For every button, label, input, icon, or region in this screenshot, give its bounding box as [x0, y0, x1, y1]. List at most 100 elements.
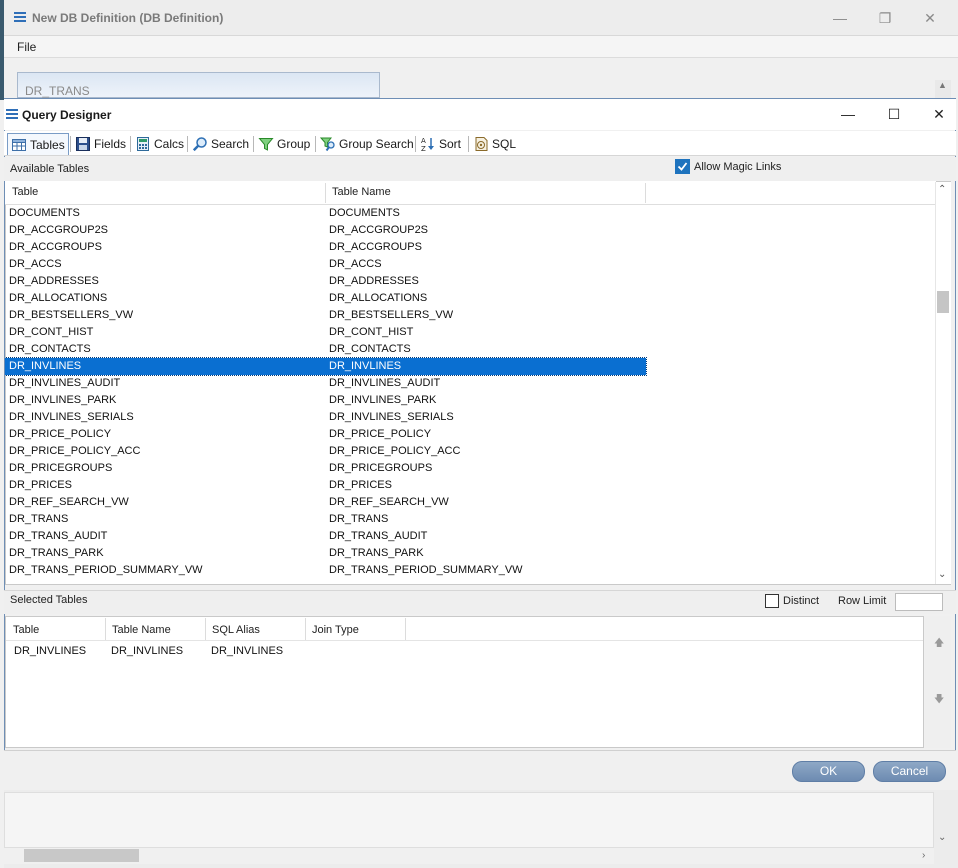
available-tables-rows: DOCUMENTS DOCUMENTS DR_ACCGROUP2S DR_ACCGRO…: [5, 205, 936, 585]
row-limit-input[interactable]: [895, 593, 943, 611]
table-row-table: DR_INVLINES_SERIALS: [9, 411, 134, 423]
available-tables-scrollbar[interactable]: [935, 182, 951, 584]
table-row[interactable]: DR_ADDRESSES DR_ADDRESSES: [5, 273, 646, 290]
table-row[interactable]: DR_PRICE_POLICY_ACC DR_PRICE_POLICY_ACC: [5, 443, 646, 460]
table-row-table-name: DR_INVLINES_AUDIT: [329, 377, 441, 389]
table-row[interactable]: DR_TRANS_PARK DR_TRANS_PARK: [5, 545, 646, 562]
table-row[interactable]: DR_ACCGROUP2S DR_ACCGROUP2S: [5, 222, 646, 239]
tab-group[interactable]: Group: [255, 133, 313, 155]
table-row-table-name: DR_TRANS_AUDIT: [329, 530, 428, 542]
table-row[interactable]: DR_TRANS_AUDIT DR_TRANS_AUDIT: [5, 528, 646, 545]
menu-file[interactable]: File: [17, 40, 36, 54]
tab-sql[interactable]: SQL: [470, 133, 519, 155]
table-row[interactable]: DR_CONT_HIST DR_CONT_HIST: [5, 324, 646, 341]
tab-group-search[interactable]: Group Search: [317, 133, 417, 155]
table-row-table: DR_TRANS: [9, 513, 69, 525]
column-header-table-name[interactable]: Table Name: [112, 624, 171, 636]
chevron-down-icon[interactable]: ⌄: [938, 569, 946, 580]
dialog-maximize-button[interactable]: ☐: [881, 103, 907, 125]
table-row[interactable]: DR_BESTSELLERS_VW DR_BESTSELLERS_VW: [5, 307, 646, 324]
table-row-table-name: DR_CONTACTS: [329, 343, 411, 355]
allow-magic-links-checkbox[interactable]: [675, 159, 690, 174]
move-down-icon[interactable]: 🡇: [934, 692, 944, 709]
table-row[interactable]: DR_INVLINES_AUDIT DR_INVLINES_AUDIT: [5, 375, 646, 392]
tab-calcs[interactable]: Calcs: [132, 133, 187, 155]
chevron-up-icon[interactable]: ⌃: [938, 184, 946, 195]
dialog-minimize-button[interactable]: —: [835, 103, 861, 125]
parent-restore-button[interactable]: ❐: [873, 6, 897, 30]
table-row-table: DR_ACCGROUPS: [9, 241, 102, 253]
toolbar-separator: [415, 136, 416, 152]
allow-magic-links-label[interactable]: Allow Magic Links: [694, 161, 781, 173]
distinct-label[interactable]: Distinct: [783, 595, 819, 607]
chevron-down-icon[interactable]: ⌄: [938, 832, 946, 843]
parent-minimize-button[interactable]: —: [828, 6, 852, 30]
column-divider[interactable]: [205, 618, 206, 640]
column-divider[interactable]: [405, 618, 406, 640]
toolbar-separator: [253, 136, 254, 152]
table-row-table-name: DR_ACCGROUPS: [329, 241, 422, 253]
table-row[interactable]: DR_PRICEGROUPS DR_PRICEGROUPS: [5, 460, 646, 477]
table-row-table: DR_INVLINES_AUDIT: [9, 377, 121, 389]
column-header-sql-alias[interactable]: SQL Alias: [212, 624, 260, 636]
column-header-table[interactable]: Table: [13, 624, 39, 636]
parent-bottom-panel: [4, 792, 934, 848]
column-header-join-type[interactable]: Join Type: [312, 624, 359, 636]
selected-row-sql-alias[interactable]: DR_INVLINES: [211, 645, 283, 657]
chevron-right-icon[interactable]: ›: [922, 850, 925, 861]
move-up-icon[interactable]: 🡅: [934, 636, 944, 653]
available-tables-scroll-thumb[interactable]: [937, 291, 949, 313]
table-row[interactable]: DR_PRICES DR_PRICES: [5, 477, 646, 494]
tab-search[interactable]: Search: [189, 133, 252, 155]
table-row-table-name: DR_PRICE_POLICY: [329, 428, 432, 440]
ok-button[interactable]: OK: [792, 761, 865, 782]
tab-fields[interactable]: Fields: [72, 133, 129, 155]
table-row-table: DR_CONTACTS: [9, 343, 91, 355]
table-row[interactable]: DR_ALLOCATIONS DR_ALLOCATIONS: [5, 290, 646, 307]
dialog-menu-icon[interactable]: [6, 109, 18, 122]
table-row[interactable]: DR_TRANS DR_TRANS: [5, 511, 646, 528]
table-row-table-name: DR_TRANS_PARK: [329, 547, 424, 559]
table-row-table: DR_INVLINES: [9, 360, 82, 372]
table-row[interactable]: DR_ACCGROUPS DR_ACCGROUPS: [5, 239, 646, 256]
table-row[interactable]: DR_ACCS DR_ACCS: [5, 256, 646, 273]
distinct-checkbox[interactable]: [765, 594, 779, 608]
selected-row-table[interactable]: DR_INVLINES: [14, 645, 86, 657]
dialog-close-button[interactable]: ✕: [926, 103, 952, 125]
cancel-button[interactable]: Cancel: [873, 761, 946, 782]
column-header-table-name[interactable]: Table Name: [332, 186, 391, 198]
parent-horizontal-scrollbar[interactable]: [4, 848, 934, 864]
column-divider[interactable]: [105, 618, 106, 640]
column-divider[interactable]: [645, 183, 646, 203]
tab-sort[interactable]: AZ Sort: [417, 133, 464, 155]
table-row[interactable]: DR_CONTACTS DR_CONTACTS: [5, 341, 646, 358]
magnifier-icon: [192, 136, 208, 152]
toolbar-separator: [315, 136, 316, 152]
column-header-table[interactable]: Table: [12, 186, 38, 198]
svg-text:Z: Z: [421, 145, 426, 152]
table-row[interactable]: DR_PRICE_POLICY DR_PRICE_POLICY: [5, 426, 646, 443]
table-row[interactable]: DR_REF_SEARCH_VW DR_REF_SEARCH_VW: [5, 494, 646, 511]
table-row-table: DR_ADDRESSES: [9, 275, 99, 287]
table-row[interactable]: DR_TRANS_PERIOD_SUMMARY_VW DR_TRANS_PERIO…: [5, 562, 646, 579]
parent-horizontal-scroll-thumb[interactable]: [24, 849, 139, 862]
selected-row-table-name[interactable]: DR_INVLINES: [111, 645, 183, 657]
table-row[interactable]: DOCUMENTS DOCUMENTS: [5, 205, 646, 222]
table-row-table-name: DR_ALLOCATIONS: [329, 292, 428, 304]
column-divider[interactable]: [325, 183, 326, 203]
table-row-table: DR_PRICES: [9, 479, 72, 491]
dialog-titlebar: [4, 99, 956, 130]
column-divider[interactable]: [305, 618, 306, 640]
tab-tables[interactable]: Tables: [7, 133, 69, 155]
table-row-table-name: DR_INVLINES_SERIALS: [329, 411, 454, 423]
table-row[interactable]: DR_INVLINES_PARK DR_INVLINES_PARK: [5, 392, 646, 409]
table-row-table-name: DR_TRANS_PERIOD_SUMMARY_VW: [329, 564, 523, 576]
table-row-table-name: DOCUMENTS: [329, 207, 400, 219]
scroll-up-icon[interactable]: ▲: [938, 80, 947, 90]
table-row[interactable]: DR_INVLINES DR_INVLINES: [5, 357, 647, 376]
tab-group-search-label: Group Search: [339, 137, 414, 151]
parent-close-button[interactable]: ✕: [918, 6, 942, 30]
app-menu-icon[interactable]: [14, 12, 26, 25]
available-tables-header: [4, 157, 956, 181]
table-row[interactable]: DR_INVLINES_SERIALS DR_INVLINES_SERIALS: [5, 409, 646, 426]
